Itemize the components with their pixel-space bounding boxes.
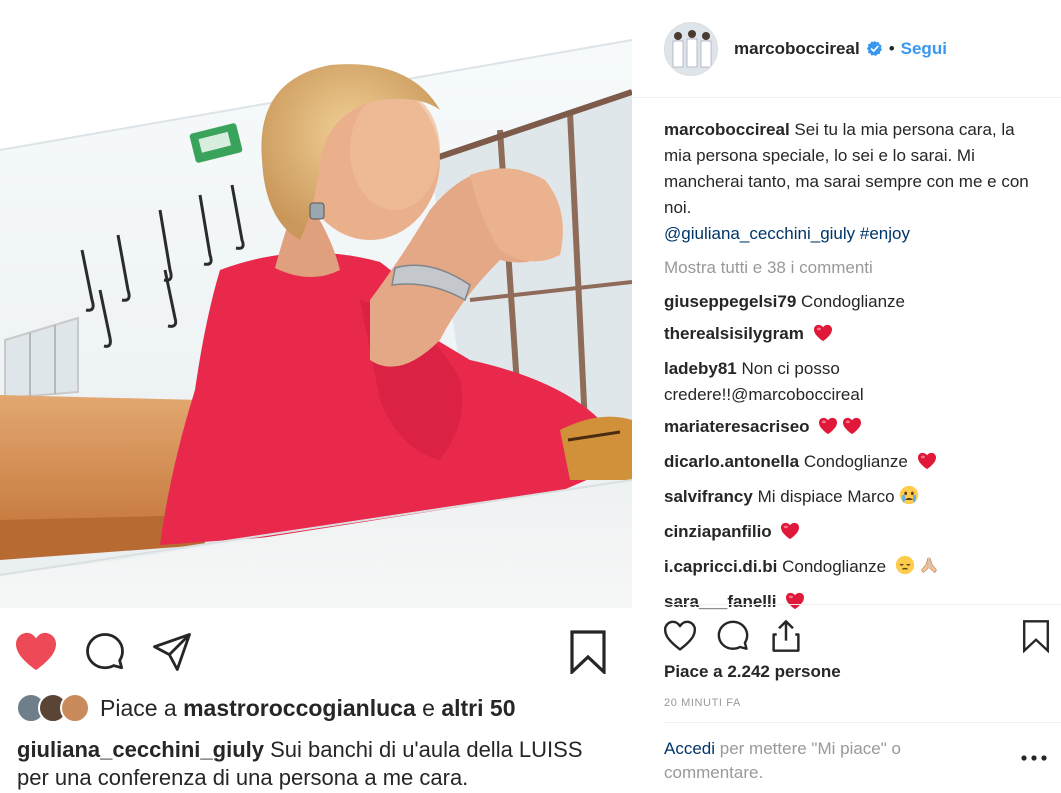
likes-others[interactable]: altri 50 (441, 695, 515, 721)
liker-avatars (16, 693, 90, 723)
likes-prefix: Piace a (100, 694, 177, 721)
sidebar-action-bar (632, 612, 1061, 660)
comment-list: giuseppegelsi79 Condoglianze therealsisi… (664, 289, 1044, 618)
comment-username[interactable]: mariateresacriseo (664, 417, 810, 436)
crying-face-emoji-icon (899, 485, 919, 513)
left-action-bar (0, 608, 632, 688)
comment-item: ladeby81 Non ci posso credere!!@marcoboc… (664, 356, 1044, 408)
post-username[interactable]: marcoboccireal (734, 39, 860, 59)
comment-item: dicarlo.antonella Condoglianze (664, 449, 1044, 478)
bookmark-icon[interactable] (566, 630, 610, 674)
upload-share-icon[interactable] (766, 616, 806, 656)
left-post-panel: Piace a mastroroccogianluca e altri 50 g… (0, 0, 632, 793)
avatar[interactable] (60, 693, 90, 723)
comment-text: Condoglianze (782, 557, 887, 576)
comment-item: cinziapanfilio (664, 519, 1044, 548)
separator-dot: • (888, 38, 895, 58)
comment-item: salvifrancy Mi dispiace Marco (664, 484, 1044, 513)
comment-text: Condoglianze (801, 292, 905, 311)
heart-emoji-icon (917, 452, 937, 478)
comments-section: marcoboccireal Sei tu la mia persona car… (664, 117, 1044, 624)
divider (664, 722, 1061, 723)
likes-count[interactable]: Piace a 2.242 persone (664, 662, 841, 682)
left-caption: giuliana_cecchini_giuly Sui banchi di u'… (17, 736, 617, 792)
heart-emoji-icon (780, 522, 800, 548)
follow-button[interactable]: Segui (901, 39, 947, 59)
more-options-icon[interactable] (1020, 748, 1048, 768)
post-photo[interactable] (0, 0, 632, 608)
comment-username[interactable]: i.capricci.di.bi (664, 557, 777, 576)
heart-filled-icon[interactable] (14, 630, 58, 674)
comment-username[interactable]: salvifrancy (664, 487, 753, 506)
comment-username[interactable]: sara___fanelli (664, 592, 776, 611)
comment-text: Condoglianze (803, 452, 908, 471)
comment-username[interactable]: dicarlo.antonella (664, 452, 799, 471)
divider (664, 604, 1061, 605)
heart-outline-icon[interactable] (660, 616, 700, 656)
heart-emoji-icon (842, 417, 862, 443)
heart-emoji-icon (818, 417, 838, 443)
comment-item: mariateresacriseo (664, 414, 1044, 443)
comment-username[interactable]: cinziapanfilio (664, 522, 772, 541)
likes-text: Piace a mastroroccogianluca e altri 50 (100, 695, 515, 722)
post-timestamp[interactable]: 20 MINUTI FA (664, 697, 741, 709)
caption-username[interactable]: giuliana_cecchini_giuly (17, 737, 264, 762)
praying-hands-emoji-icon (919, 555, 939, 583)
likes-summary: Piace a mastroroccogianluca e altri 50 (16, 690, 515, 726)
avatar[interactable] (664, 21, 718, 76)
post-header: marcoboccireal • Segui (632, 0, 1061, 98)
login-link[interactable]: Accedi (664, 739, 715, 758)
comment-text: Mi dispiace Marco (757, 487, 895, 506)
show-all-comments-link[interactable]: Mostra tutti e 38 i commenti (664, 255, 1044, 281)
pensive-face-emoji-icon (895, 555, 915, 583)
post-sidebar: marcoboccireal • Segui marcoboccireal Se… (632, 0, 1061, 793)
comment-item: i.capricci.di.bi Condoglianze (664, 554, 1044, 583)
caption-username[interactable]: marcoboccireal (664, 120, 790, 139)
login-prompt: Accedi per mettere "Mi piace" o commenta… (664, 737, 954, 785)
photo-illustration (0, 0, 632, 608)
comment-icon[interactable] (83, 630, 127, 674)
post-caption: marcoboccireal Sei tu la mia persona car… (664, 117, 1044, 221)
comment-item: therealsisilygram (664, 321, 1044, 350)
liker-username[interactable]: mastroroccogianluca (183, 695, 416, 721)
comment-username[interactable]: ladeby81 (664, 359, 737, 378)
heart-emoji-icon (813, 324, 833, 350)
bookmark-icon[interactable] (1016, 616, 1056, 656)
comment-item: giuseppegelsi79 Condoglianze (664, 289, 1044, 315)
comment-username[interactable]: giuseppegelsi79 (664, 292, 796, 311)
comment-icon[interactable] (713, 616, 753, 656)
verified-badge-icon (866, 40, 882, 56)
likes-conjunction: e (422, 694, 435, 721)
share-icon[interactable] (150, 630, 194, 674)
caption-tags[interactable]: @giuliana_cecchini_giuly #enjoy (664, 221, 1044, 247)
comment-username[interactable]: therealsisilygram (664, 324, 804, 343)
